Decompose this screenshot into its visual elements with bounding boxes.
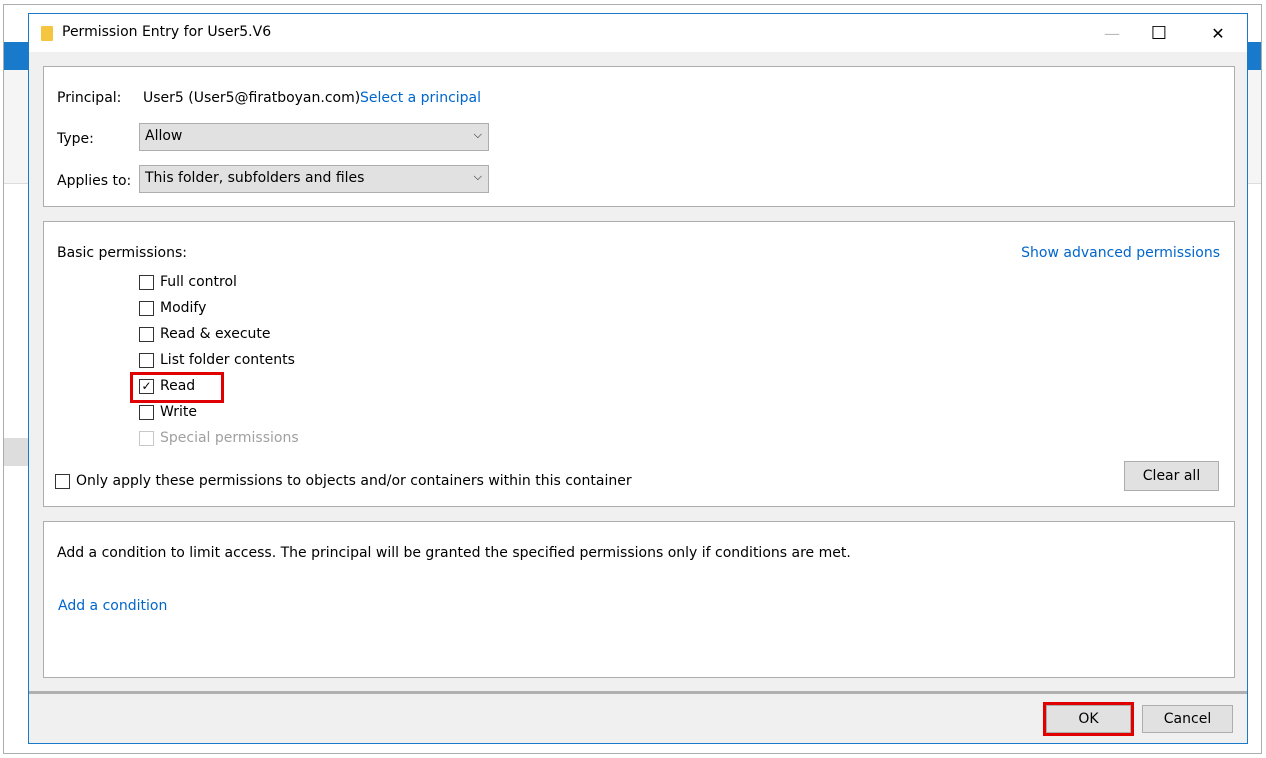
basic-permissions-label: Basic permissions: xyxy=(57,245,187,261)
permissions-panel: Basic permissions: Show advanced permiss… xyxy=(43,221,1235,507)
checkbox-box[interactable] xyxy=(139,352,154,368)
permission-label: Write xyxy=(160,404,197,420)
add-condition-link[interactable]: Add a condition xyxy=(58,598,167,614)
permission-label: Special permissions xyxy=(160,430,299,446)
type-select[interactable]: Allow ⌵ xyxy=(139,123,489,151)
applies-to-label: Applies to: xyxy=(57,173,132,189)
checkbox-box[interactable] xyxy=(139,274,154,290)
background-selection xyxy=(4,438,28,466)
checkbox-box[interactable] xyxy=(55,473,70,489)
cancel-button[interactable]: Cancel xyxy=(1142,705,1233,733)
permission-checkbox-modify[interactable]: Modify xyxy=(139,300,206,316)
chevron-down-icon: ⌵ xyxy=(473,128,482,141)
title-bar: Permission Entry for User5.V6 — ☐ ✕ xyxy=(29,14,1247,52)
permission-label: Full control xyxy=(160,274,237,290)
select-principal-link[interactable]: Select a principal xyxy=(360,90,481,106)
applies-to-select[interactable]: This folder, subfolders and files ⌵ xyxy=(139,165,489,193)
permission-checkbox-write[interactable]: Write xyxy=(139,404,197,420)
permission-label: Read & execute xyxy=(160,326,271,342)
condition-panel: Add a condition to limit access. The pri… xyxy=(43,521,1235,678)
minimize-button[interactable]: — xyxy=(1089,14,1135,52)
type-label: Type: xyxy=(57,131,94,147)
checkbox-box xyxy=(139,430,154,446)
clear-all-button[interactable]: Clear all xyxy=(1124,461,1219,491)
chevron-down-icon: ⌵ xyxy=(473,170,482,183)
condition-description: Add a condition to limit access. The pri… xyxy=(57,545,851,561)
footer-divider xyxy=(29,691,1247,694)
dialog-title: Permission Entry for User5.V6 xyxy=(62,24,272,40)
permission-label: Modify xyxy=(160,300,207,316)
permission-label: List folder contents xyxy=(160,352,295,368)
principal-label: Principal: xyxy=(57,90,122,106)
ok-highlight xyxy=(1043,702,1134,736)
read-highlight xyxy=(130,372,224,403)
only-apply-checkbox[interactable]: Only apply these permissions to objects … xyxy=(55,473,632,489)
principal-value: User5 (User5@firatboyan.com) xyxy=(143,90,361,106)
permission-checkbox-read-execute[interactable]: Read & execute xyxy=(139,326,271,342)
checkbox-box[interactable] xyxy=(139,300,154,316)
applies-to-value: This folder, subfolders and files xyxy=(145,170,365,186)
principal-panel: Principal: User5 (User5@firatboyan.com) … xyxy=(43,66,1235,207)
permission-checkbox-full-control[interactable]: Full control xyxy=(139,274,237,290)
show-advanced-permissions-link[interactable]: Show advanced permissions xyxy=(1021,245,1220,261)
only-apply-label: Only apply these permissions to objects … xyxy=(76,473,632,489)
permission-checkbox-special-permissions: Special permissions xyxy=(139,430,299,446)
permission-entry-dialog: Permission Entry for User5.V6 — ☐ ✕ Prin… xyxy=(28,13,1248,744)
close-button[interactable]: ✕ xyxy=(1195,14,1241,52)
checkbox-box[interactable] xyxy=(139,326,154,342)
maximize-button[interactable]: ☐ xyxy=(1136,14,1182,52)
folder-icon xyxy=(41,26,53,41)
permission-checkbox-list-folder-contents[interactable]: List folder contents xyxy=(139,352,295,368)
checkbox-box[interactable] xyxy=(139,404,154,420)
type-value: Allow xyxy=(145,128,183,144)
